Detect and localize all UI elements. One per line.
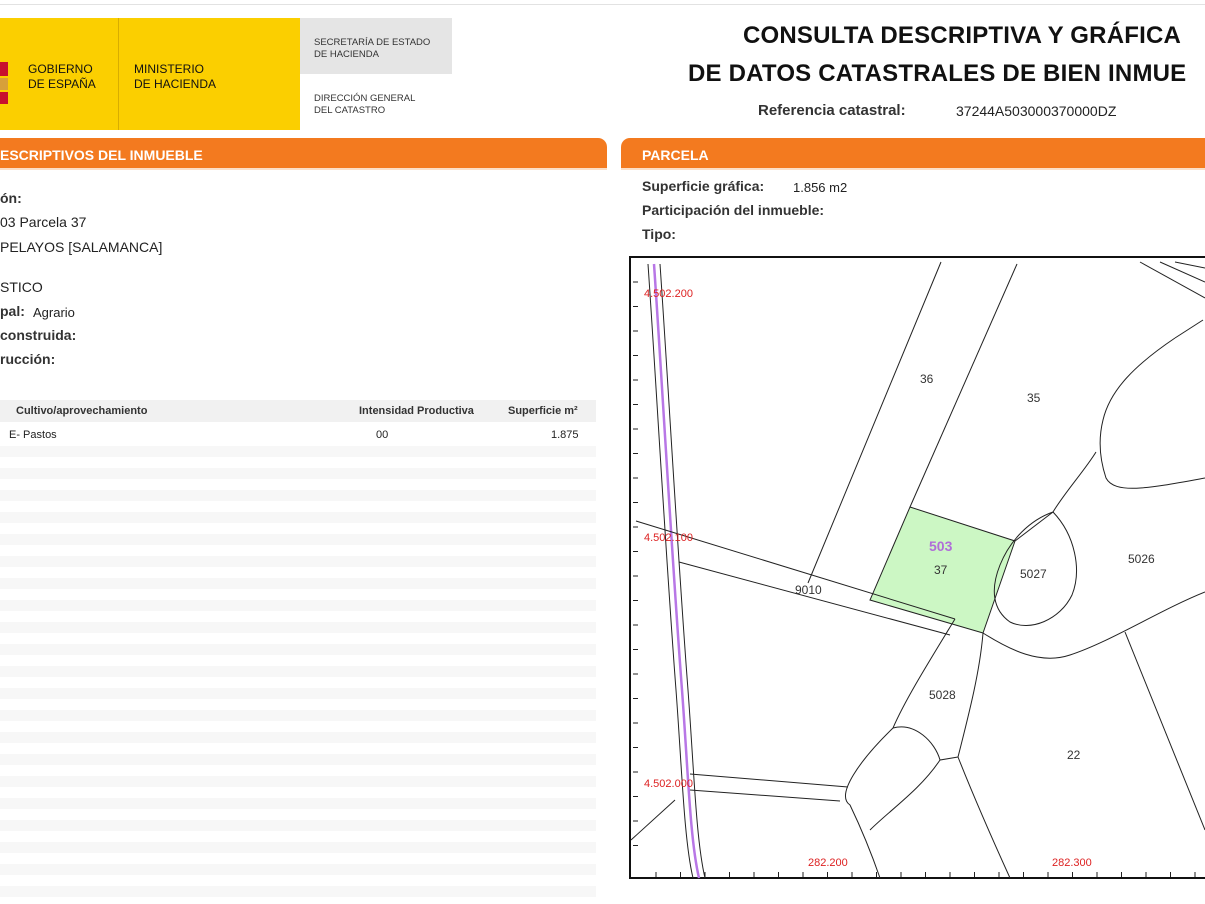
superficie-grafica-label: Superficie gráfica: <box>642 178 765 194</box>
y-coordinate-label: 4.502.000 <box>644 778 693 790</box>
page-title-line-1: CONSULTA DESCRIPTIVA Y GRÁFICA <box>743 22 1182 49</box>
uso-principal-value: Agrario <box>33 305 75 320</box>
parcela-title: PARCELA <box>642 147 709 163</box>
table-stripe <box>0 600 596 611</box>
table-stripe <box>0 666 596 677</box>
table-stripe <box>0 754 596 765</box>
top-divider <box>0 4 1205 5</box>
table-stripe <box>0 732 596 743</box>
parcel-label: 9010 <box>795 583 822 597</box>
table-stripe <box>0 446 596 457</box>
page-title-line-2: DE DATOS CATASTRALES DE BIEN INMUE <box>688 60 1187 87</box>
table-stripe <box>0 512 596 523</box>
intensidad-cell: 00 <box>376 429 389 441</box>
column-header-intensidad: Intensidad Productiva <box>359 405 474 417</box>
section-bar-underline <box>621 168 1205 170</box>
x-coordinate-label: 282.300 <box>1052 857 1092 869</box>
coat-of-arms-icon <box>0 56 9 110</box>
table-stripe <box>0 468 596 479</box>
parcel-label: 35 <box>1027 391 1041 405</box>
table-stripe <box>0 622 596 633</box>
x-coordinate-label: 282.200 <box>808 857 848 869</box>
superficie-grafica-value: 1.856 m2 <box>793 180 848 195</box>
clase-value: STICO <box>0 279 43 295</box>
table-stripe <box>0 578 596 589</box>
participacion-label: Participación del inmueble: <box>642 202 825 218</box>
section-bar-underline <box>0 168 607 170</box>
polygon-number-label: 503 <box>929 538 953 554</box>
table-stripe <box>0 534 596 545</box>
localizacion-line-2: PELAYOS [SALAMANCA] <box>0 239 163 255</box>
parcel-label: 5027 <box>1020 567 1047 581</box>
referencia-catastral-value: 37244A503000370000DZ <box>956 103 1117 119</box>
logo-divider <box>118 18 119 130</box>
parcel-label: 37 <box>934 563 948 577</box>
table-stripe <box>0 820 596 831</box>
tipo-label: Tipo: <box>642 226 676 242</box>
ministerio-hacienda-label: MINISTERIO DE HACIENDA <box>134 62 217 91</box>
table-stripe <box>0 644 596 655</box>
localizacion-label: ón: <box>0 190 22 206</box>
cadastral-map: 4.502.200 4.502.100 4.502.000 282.200 28… <box>629 256 1205 879</box>
table-stripe <box>0 798 596 809</box>
parcel-label: 5028 <box>929 688 956 702</box>
superficie-construida-label: construida: <box>0 327 77 343</box>
gobierno-espana-label: GOBIERNO DE ESPAÑA <box>28 62 96 91</box>
uso-principal-label: pal: <box>0 303 25 319</box>
table-stripe <box>0 688 596 699</box>
table-stripe <box>0 842 596 853</box>
table-stripe <box>0 864 596 875</box>
localizacion-line-1: 03 Parcela 37 <box>0 214 87 230</box>
table-stripe <box>0 776 596 787</box>
y-coordinate-label: 4.502.100 <box>644 532 693 544</box>
anio-construccion-label: rucción: <box>0 351 56 367</box>
secretaria-label: SECRETARÍA DE ESTADO DE HACIENDA <box>314 37 431 60</box>
datos-descriptivos-title: ESCRIPTIVOS DEL INMUEBLE <box>0 147 203 163</box>
column-header-cultivo: Cultivo/aprovechamiento <box>16 405 148 417</box>
parcel-label: 22 <box>1067 748 1081 762</box>
table-stripe <box>0 886 596 897</box>
direccion-catastro-label: DIRECCIÓN GENERAL DEL CATASTRO <box>314 93 416 116</box>
parcel-label: 5026 <box>1128 552 1155 566</box>
parcel-label: 36 <box>920 372 934 386</box>
table-stripe <box>0 556 596 567</box>
y-coordinate-label: 4.502.200 <box>644 288 693 300</box>
cultivo-cell: E- Pastos <box>9 429 57 441</box>
referencia-catastral-label: Referencia catastral: <box>758 102 906 119</box>
superficie-cell: 1.875 <box>551 429 579 441</box>
column-header-superficie: Superficie m² <box>508 405 578 417</box>
table-stripe <box>0 710 596 721</box>
table-stripe <box>0 490 596 501</box>
